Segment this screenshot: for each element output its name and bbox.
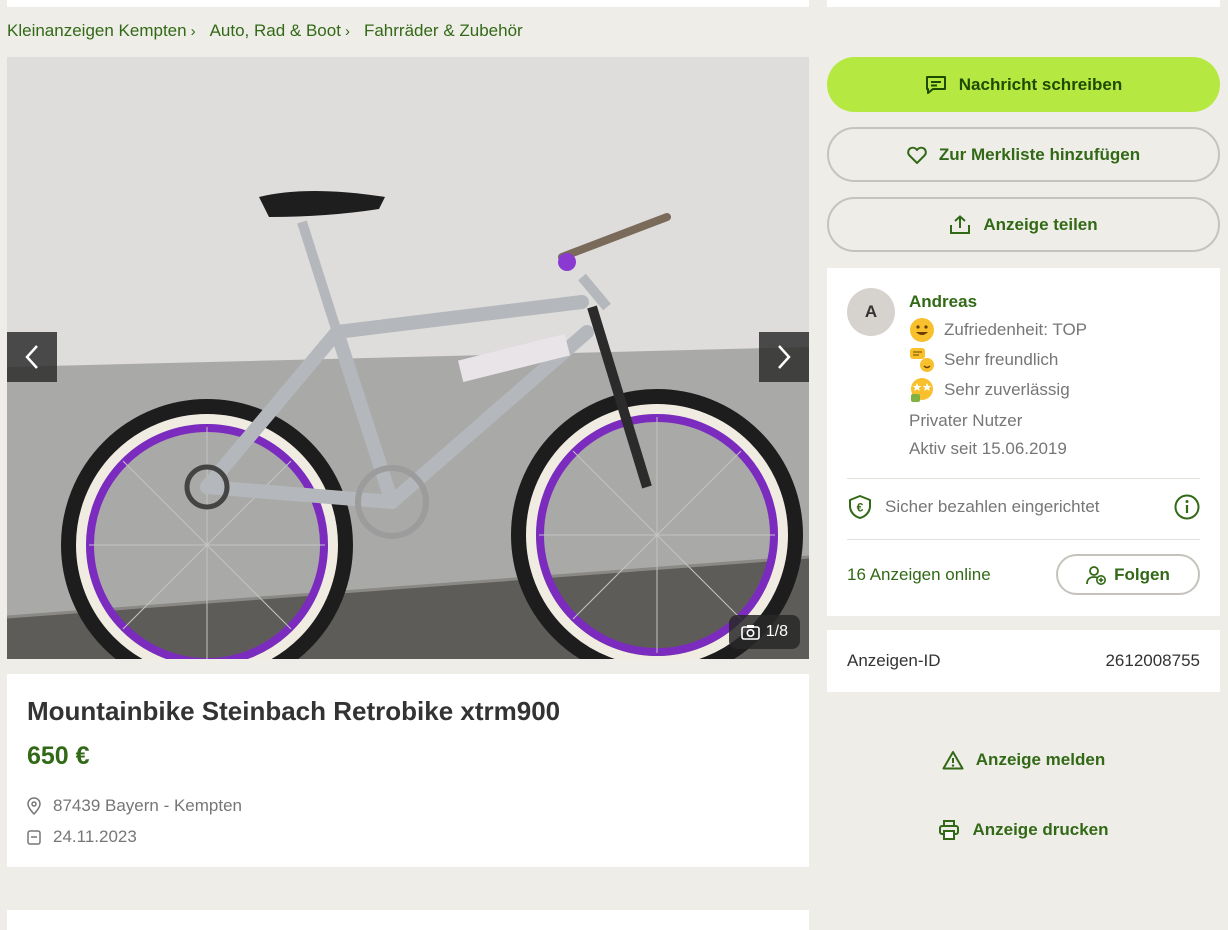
next-image-button[interactable] <box>759 332 809 382</box>
send-message-button[interactable]: Nachricht schreiben <box>827 57 1220 112</box>
warning-icon <box>942 751 964 770</box>
heart-icon <box>907 146 927 164</box>
message-icon <box>925 75 946 94</box>
star-eyes-icon <box>911 378 933 402</box>
listing-title: Mountainbike Steinbach Retrobike xtrm900 <box>27 696 561 726</box>
chevron-left-icon <box>25 345 38 369</box>
divider <box>847 539 1200 540</box>
share-icon <box>950 214 971 234</box>
seller-card: A Andreas Zufriedenheit: TOP Sehr freund… <box>827 268 1220 616</box>
send-message-label: Nachricht schreiben <box>958 74 1123 94</box>
top-card-edge <box>7 0 809 7</box>
print-listing-button[interactable]: Anzeige drucken <box>827 820 1220 840</box>
camera-icon <box>740 625 760 640</box>
top-card-edge-right <box>827 0 1220 7</box>
image-counter: 1/8 <box>728 615 800 649</box>
printer-icon <box>939 820 960 840</box>
listing-price: 650 € <box>27 742 90 770</box>
image-counter-text: 1/8 <box>765 623 788 640</box>
shield-euro-icon: € <box>849 495 871 519</box>
add-to-watchlist-button[interactable]: Zur Merkliste hinzufügen <box>827 127 1220 182</box>
location-pin-icon <box>27 797 41 815</box>
listing-info-card: Mountainbike Steinbach Retrobike xtrm900… <box>7 674 809 867</box>
follow-button[interactable]: Folgen <box>1056 554 1200 595</box>
date-text: 24.11.2023 <box>53 827 137 846</box>
avatar[interactable]: A <box>847 288 895 336</box>
svg-text:€: € <box>857 501 864 515</box>
share-listing-button[interactable]: Anzeige teilen <box>827 197 1220 252</box>
seller-type: Privater Nutzer <box>909 411 1023 430</box>
add-user-icon <box>1086 565 1107 585</box>
chat-smiley-icon <box>910 348 934 372</box>
follow-label: Folgen <box>1114 564 1170 584</box>
previous-image-button[interactable] <box>7 332 57 382</box>
secure-payment-row: € Sicher bezahlen eingerichtet <box>847 494 1200 520</box>
chevron-right-icon <box>778 345 791 369</box>
share-label: Anzeige teilen <box>983 214 1098 234</box>
chevron-right-icon: › <box>190 22 196 40</box>
breadcrumb-item-kempten[interactable]: Kleinanzeigen Kempten <box>7 21 187 41</box>
breadcrumb: Kleinanzeigen Kempten › Auto, Rad & Boot… <box>7 21 523 41</box>
seller-active-since: Aktiv seit 15.06.2019 <box>909 439 1067 458</box>
breadcrumb-item-auto-rad-boot[interactable]: Auto, Rad & Boot <box>210 21 341 41</box>
divider <box>847 478 1200 479</box>
calendar-icon <box>27 829 41 845</box>
report-label: Anzeige melden <box>975 750 1106 769</box>
reliable-badge: Sehr zuverlässig <box>909 377 1070 403</box>
watchlist-label: Zur Merkliste hinzufügen <box>938 144 1141 164</box>
breadcrumb-item-fahrraeder[interactable]: Fahrräder & Zubehör <box>364 21 523 41</box>
seller-name[interactable]: Andreas <box>909 292 977 312</box>
ads-online-link[interactable]: 16 Anzeigen online <box>847 565 991 585</box>
listing-location: 87439 Bayern - Kempten <box>27 796 242 816</box>
print-label: Anzeige drucken <box>972 820 1109 839</box>
smiley-icon <box>910 318 934 342</box>
secure-payment-text: Sicher bezahlen eingerichtet <box>885 497 1100 516</box>
ad-id-label: Anzeigen-ID <box>847 651 941 670</box>
report-listing-button[interactable]: Anzeige melden <box>827 750 1220 770</box>
ad-id-card: Anzeigen-ID 2612008755 <box>827 630 1220 692</box>
listing-photo[interactable] <box>7 57 809 659</box>
satisfaction-badge: Zufriedenheit: TOP <box>909 317 1087 343</box>
chevron-right-icon: › <box>344 22 350 40</box>
image-gallery[interactable]: 1/8 <box>7 57 809 659</box>
friendly-badge: Sehr freundlich <box>909 347 1058 373</box>
listing-date: 24.11.2023 <box>27 827 137 847</box>
info-icon[interactable] <box>1174 494 1200 520</box>
ad-id-value: 2612008755 <box>1105 651 1200 670</box>
location-text: 87439 Bayern - Kempten <box>53 796 243 815</box>
description-card-edge <box>7 910 809 930</box>
